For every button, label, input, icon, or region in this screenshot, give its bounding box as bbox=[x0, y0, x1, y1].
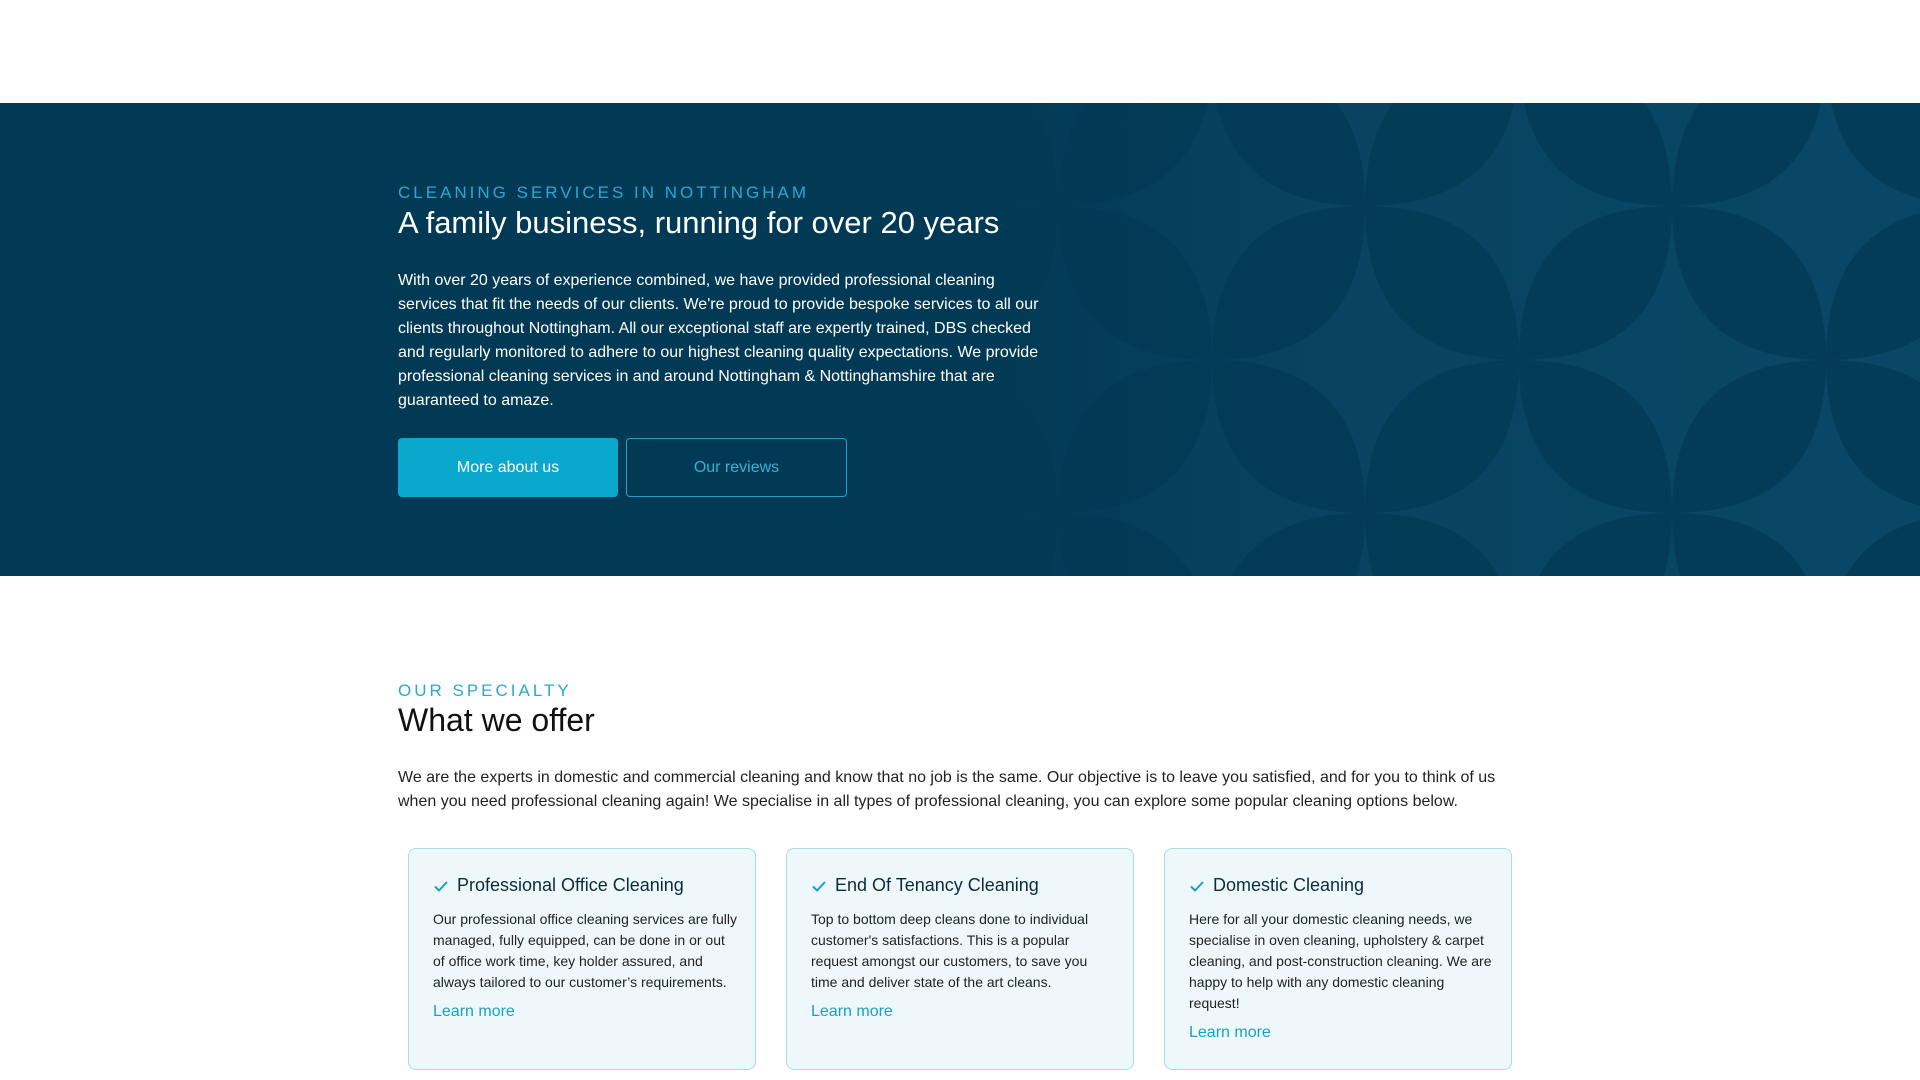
hero-section: CLEANING SERVICES IN NOTTINGHAM A family… bbox=[0, 103, 1920, 576]
card-header: End Of Tenancy Cleaning bbox=[811, 875, 1039, 896]
offer-eyebrow: OUR SPECIALTY bbox=[398, 681, 572, 700]
service-card-tenancy: End Of Tenancy Cleaning Top to bottom de… bbox=[786, 848, 1134, 1070]
learn-more-link[interactable]: Learn more bbox=[433, 1003, 515, 1021]
check-icon bbox=[434, 880, 448, 892]
card-title: End Of Tenancy Cleaning bbox=[835, 875, 1039, 895]
card-description: Top to bottom deep cleans done to indivi… bbox=[811, 911, 1089, 990]
check-icon bbox=[812, 880, 826, 892]
offer-section: OUR SPECIALTY What we offer We are the e… bbox=[398, 576, 1528, 1080]
offer-title: What we offer bbox=[398, 702, 595, 738]
site-header bbox=[0, 0, 1920, 103]
hero-eyebrow: CLEANING SERVICES IN NOTTINGHAM bbox=[398, 183, 810, 202]
hero-description: With over 20 years of experience combine… bbox=[398, 272, 1039, 409]
card-description: Here for all your domestic cleaning need… bbox=[1189, 911, 1492, 1011]
learn-more-link[interactable]: Learn more bbox=[1189, 1024, 1271, 1042]
petal-pattern bbox=[1000, 103, 1920, 576]
card-title: Professional Office Cleaning bbox=[457, 875, 684, 895]
offer-description: We are the experts in domestic and comme… bbox=[398, 769, 1496, 810]
learn-more-link[interactable]: Learn more bbox=[811, 1003, 893, 1021]
more-about-us-button[interactable]: More about us bbox=[398, 438, 618, 497]
hero-title: A family business, running for over 20 y… bbox=[398, 205, 1000, 240]
card-header: Domestic Cleaning bbox=[1189, 875, 1364, 896]
card-header: Professional Office Cleaning bbox=[433, 875, 684, 896]
card-description: Our professional office cleaning service… bbox=[433, 911, 738, 990]
card-title: Domestic Cleaning bbox=[1213, 875, 1365, 895]
our-reviews-button[interactable]: Our reviews bbox=[626, 438, 847, 497]
check-icon bbox=[1190, 880, 1204, 892]
service-card-office: Professional Office Cleaning Our profess… bbox=[408, 848, 756, 1070]
service-card-domestic: Domestic Cleaning Here for all your dome… bbox=[1164, 848, 1512, 1070]
